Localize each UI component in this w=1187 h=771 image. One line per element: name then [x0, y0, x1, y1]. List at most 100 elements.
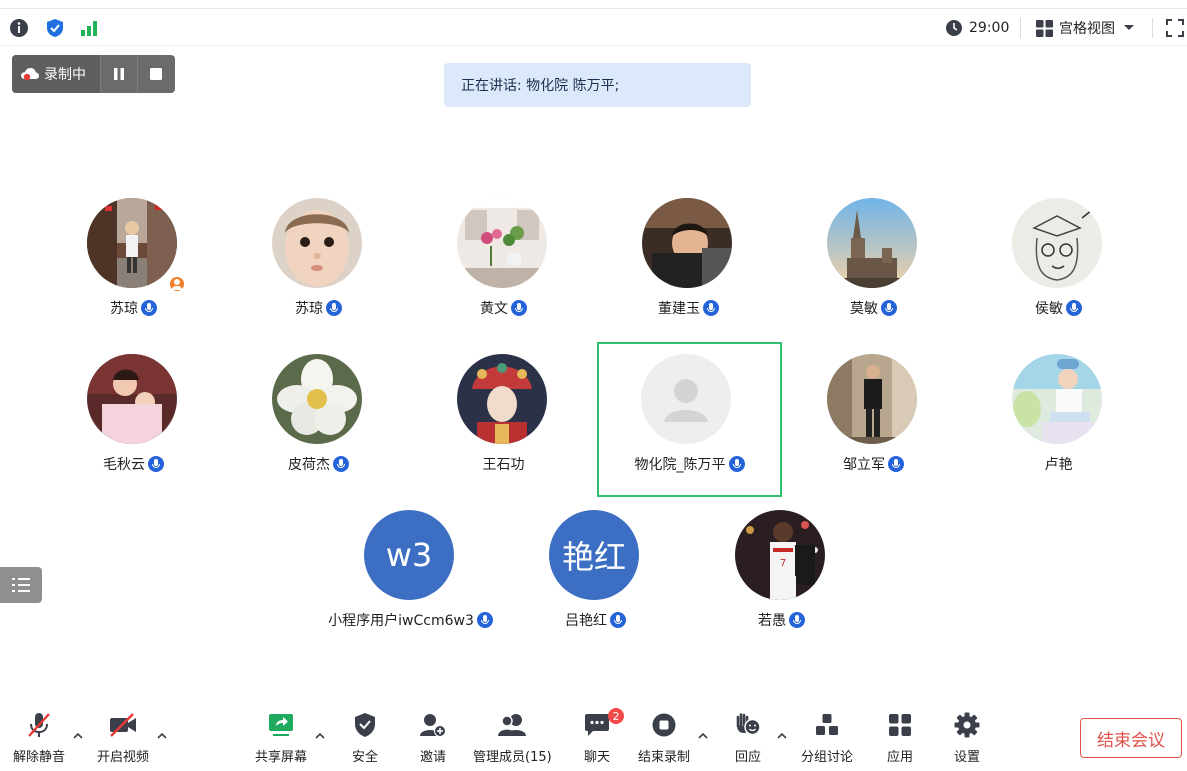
unmute-button[interactable]: 解除静音: [13, 710, 65, 766]
security-button[interactable]: 安全: [350, 710, 380, 766]
mute-options-caret-icon[interactable]: [72, 730, 84, 742]
mic-muted-icon: [28, 713, 50, 737]
shield-icon: [355, 713, 375, 737]
manage-members-button[interactable]: 管理成员(15): [473, 710, 552, 766]
avatar: 7: [735, 510, 825, 600]
apps-label: 应用: [886, 750, 913, 765]
stop-recording-button[interactable]: [137, 55, 174, 93]
avatar: [827, 198, 917, 288]
participant-tile[interactable]: 苏琼: [41, 198, 226, 353]
share-screen-icon: [269, 714, 293, 736]
participant-tile[interactable]: 皮荷杰: [226, 354, 411, 509]
info-icon[interactable]: [9, 18, 29, 38]
avatar-initials: w3: [364, 510, 454, 600]
avatar: [457, 354, 547, 444]
divider: [1152, 18, 1153, 38]
breakout-icon: [816, 714, 838, 735]
participant-name: 苏琼: [110, 301, 138, 317]
recording-status[interactable]: 录制中: [12, 55, 100, 93]
participant-tile[interactable]: 黄文: [411, 198, 596, 353]
participant-tile[interactable]: 苏琼: [226, 198, 411, 353]
chevron-down-icon: [1124, 25, 1134, 30]
reaction-button[interactable]: 回应: [733, 710, 763, 766]
end-recording-label: 结束录制: [638, 750, 691, 765]
participant-name: 小程序用户iwCcm6w3: [328, 613, 474, 629]
manage-members-label: 管理成员(15): [473, 750, 552, 765]
view-mode-label: 宫格视图: [1059, 21, 1115, 37]
stop-icon: [150, 68, 162, 80]
cloud-record-icon: [21, 68, 39, 81]
pause-icon: [114, 68, 124, 80]
participant-tile[interactable]: 卢艳: [966, 354, 1151, 509]
mic-icon: [333, 456, 349, 472]
video-options-caret-icon[interactable]: [156, 730, 168, 742]
mic-icon: [326, 300, 342, 316]
default-avatar-icon: [641, 354, 731, 444]
participant-name: 卢艳: [1044, 457, 1073, 473]
mic-icon: [148, 456, 164, 472]
avatar: [1012, 354, 1102, 444]
pause-recording-button[interactable]: [100, 55, 137, 93]
avatar: [457, 198, 547, 288]
fullscreen-icon[interactable]: [1165, 18, 1185, 38]
participant-tile[interactable]: 毛秋云: [41, 354, 226, 509]
members-icon: [498, 714, 527, 736]
top-bar: 29:00 宫格视图: [0, 8, 1187, 46]
bottom-toolbar: 解除静音 开启视频 共享屏幕 安全 邀请 管理成员(15) 2 聊天 结束录制 …: [0, 700, 1187, 771]
list-icon: [12, 578, 30, 592]
shield-check-icon[interactable]: [45, 18, 65, 38]
reaction-options-caret-icon[interactable]: [776, 730, 788, 742]
participant-name: 王石功: [482, 457, 525, 473]
view-mode-dropdown[interactable]: 宫格视图: [1036, 9, 1135, 47]
clock-icon: [946, 20, 962, 36]
participant-list-toggle[interactable]: [0, 567, 42, 603]
end-recording-button[interactable]: 结束录制: [638, 710, 690, 766]
avatar: [827, 354, 917, 444]
mic-icon: [511, 300, 527, 316]
add-user-icon: [420, 714, 446, 737]
signal-icon[interactable]: [79, 18, 99, 38]
participant-tile[interactable]: 邹立军: [781, 354, 966, 509]
end-meeting-button[interactable]: 结束会议: [1080, 718, 1182, 758]
svg-text:7: 7: [780, 558, 786, 569]
breakout-rooms-button[interactable]: 分组讨论: [801, 710, 853, 766]
invite-button[interactable]: 邀请: [418, 710, 448, 766]
participant-name: 皮荷杰: [288, 457, 330, 473]
mic-icon: [610, 612, 626, 628]
meeting-timer: 29:00: [945, 9, 1009, 47]
breakout-rooms-label: 分组讨论: [801, 750, 854, 765]
participant-tile[interactable]: w3 小程序用户iwCcm6w3: [318, 510, 503, 665]
recording-control: 录制中: [12, 55, 175, 93]
mic-icon: [141, 300, 157, 316]
active-speaker-tile[interactable]: 物化院_陈万平: [597, 342, 782, 497]
participant-name: 黄文: [480, 301, 508, 317]
participant-name: 侯敏: [1035, 301, 1063, 317]
participant-name: 若愚: [758, 613, 786, 629]
mic-icon: [881, 300, 897, 316]
participant-tile[interactable]: 董建玉: [596, 198, 781, 353]
chat-button[interactable]: 2 聊天: [582, 708, 624, 766]
apps-button[interactable]: 应用: [885, 710, 915, 766]
share-screen-button[interactable]: 共享屏幕: [255, 710, 307, 766]
participant-tile[interactable]: 莫敏: [781, 198, 966, 353]
unmute-label: 解除静音: [13, 750, 66, 765]
start-video-button[interactable]: 开启视频: [97, 710, 149, 766]
avatar: [642, 198, 732, 288]
participant-tile[interactable]: 王石功: [411, 354, 596, 509]
security-label: 安全: [351, 750, 378, 765]
participant-tile[interactable]: 侯敏: [966, 198, 1151, 353]
record-options-caret-icon[interactable]: [697, 730, 709, 742]
avatar: [641, 354, 731, 444]
mic-icon: [888, 456, 904, 472]
share-options-caret-icon[interactable]: [314, 730, 326, 742]
timer-text: 29:00: [969, 20, 1010, 36]
participant-tile[interactable]: 7 若愚: [689, 510, 874, 665]
mic-icon: [789, 612, 805, 628]
speaking-text: 正在讲话: 物化院 陈万平;: [461, 78, 620, 94]
avatar: [272, 354, 362, 444]
participant-name: 毛秋云: [103, 457, 145, 473]
avatar-initials: 艳红: [549, 510, 639, 600]
divider: [1020, 18, 1021, 38]
settings-button[interactable]: 设置: [952, 710, 982, 766]
participant-tile[interactable]: 艳红 吕艳红: [503, 510, 688, 665]
